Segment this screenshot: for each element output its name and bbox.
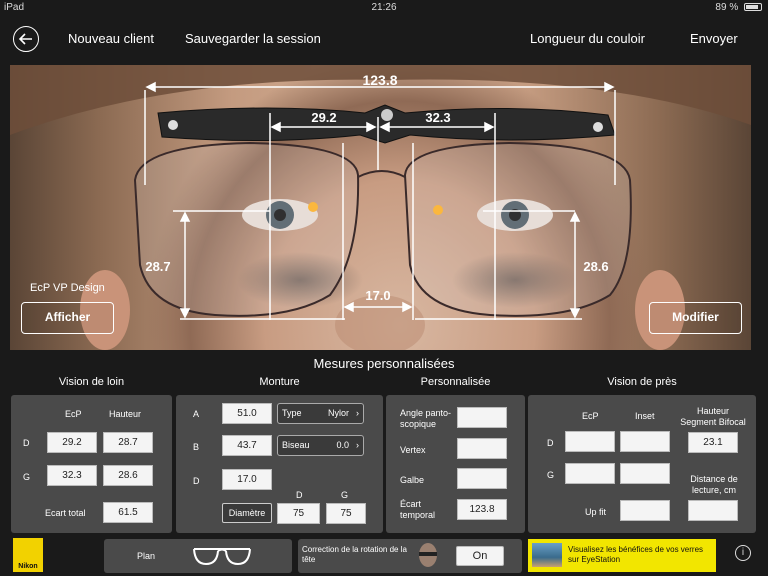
far-g-ecp-field[interactable]: 32.3	[47, 465, 97, 486]
glasses-icon	[193, 548, 251, 566]
bevel-value: 0.0	[336, 440, 349, 450]
clock: 21:26	[371, 2, 397, 13]
pantoscopic-label: Angle panto-scopique	[400, 408, 452, 429]
bevel-selector[interactable]: Biseau 0.0 ›	[277, 435, 364, 456]
near-vision-title: Vision de près	[607, 376, 677, 388]
far-d-ecp-field[interactable]: 29.2	[47, 432, 97, 453]
near-g-ecp-field[interactable]	[565, 463, 615, 484]
eyestation-banner[interactable]: Visualisez les bénéfices de vos verres s…	[528, 539, 716, 572]
modify-button[interactable]: Modifier	[649, 302, 742, 334]
custom-panel: Angle panto-scopique Vertex Galbe Écart …	[386, 395, 525, 533]
face-photo: 123.8 29.2 32.3 28.7 28.6 17.0 EcP VP De…	[10, 65, 751, 350]
bridge-label: 17.0	[365, 288, 390, 303]
frame-d-label: D	[193, 476, 200, 486]
banner-text: Visualisez les bénéfices de vos verres s…	[568, 545, 704, 564]
type-label: Type	[282, 408, 302, 418]
far-vision-title: Vision de loin	[58, 376, 125, 388]
chevron-right-icon: ›	[356, 440, 359, 450]
custom-title: Personnalisée	[420, 376, 491, 388]
vertex-label: Vertex	[400, 445, 426, 455]
near-row-g: G	[547, 470, 555, 480]
far-col-height: Hauteur	[109, 409, 142, 419]
near-col-ecp: EcP	[582, 411, 599, 421]
banner-thumbnail-icon	[532, 543, 562, 567]
vertex-field[interactable]	[457, 438, 507, 459]
near-d-inset-field[interactable]	[620, 431, 670, 452]
measurement-overlay: 123.8 29.2 32.3 28.7 28.6 17.0	[10, 65, 751, 350]
top-navigation: Nouveau client Sauvegarder la session Lo…	[0, 16, 768, 62]
near-d-ecp-field[interactable]	[565, 431, 615, 452]
near-g-inset-field[interactable]	[620, 463, 670, 484]
frame-b-label: B	[193, 442, 200, 452]
frame-a-field[interactable]: 51.0	[222, 403, 272, 424]
near-vision-panel: EcP Inset Hauteur Segment Bifocal D 23.1…	[528, 395, 756, 533]
far-vision-panel: EcP Hauteur D 29.2 28.7 G 32.3 28.6 Ecar…	[11, 395, 172, 533]
arrow-left-icon	[18, 33, 32, 45]
diam-col-d: D	[296, 490, 303, 500]
far-g-height-field[interactable]: 28.6	[103, 465, 153, 486]
frame-b-field[interactable]: 43.7	[222, 435, 272, 456]
frame-d-field[interactable]: 17.0	[222, 469, 272, 490]
battery-indicator: 89 %	[715, 2, 762, 13]
pantoscopic-field[interactable]	[457, 407, 507, 428]
show-button[interactable]: Afficher	[21, 302, 114, 334]
battery-icon	[744, 3, 762, 11]
battery-text: 89 %	[715, 2, 739, 13]
diam-d-field[interactable]: 75	[277, 503, 320, 524]
wrap-field[interactable]	[457, 468, 507, 489]
diam-g-field[interactable]: 75	[326, 503, 366, 524]
up-fit-label: Up fit	[585, 507, 607, 517]
wrap-label: Galbe	[400, 475, 425, 485]
save-session-link[interactable]: Sauvegarder la session	[185, 31, 321, 46]
total-width-label: 123.8	[362, 72, 397, 88]
segment-height-field[interactable]: 23.1	[688, 432, 738, 453]
frame-panel: A 51.0 Type Nylor › B 43.7 Biseau 0.0 › …	[176, 395, 383, 533]
diameter-button[interactable]: Diamètre	[222, 503, 272, 523]
reading-distance-field[interactable]	[688, 500, 738, 521]
far-total-field[interactable]: 61.5	[103, 502, 153, 523]
back-button[interactable]	[13, 26, 39, 52]
up-fit-field[interactable]	[620, 500, 670, 521]
head-rotation-toggle[interactable]: On	[456, 546, 504, 566]
far-d-height-field[interactable]: 28.7	[103, 432, 153, 453]
ecp-design-label: EcP VP Design	[30, 282, 105, 294]
bottom-bar: Nikon Plan Correction de la rotation de …	[0, 536, 768, 576]
info-icon[interactable]: i	[735, 545, 751, 561]
plan-toggle[interactable]: Plan	[104, 539, 292, 573]
plan-label: Plan	[137, 551, 156, 561]
right-height-label: 28.6	[583, 259, 608, 274]
left-half-label: 29.2	[311, 110, 336, 125]
diam-col-g: G	[341, 490, 349, 500]
send-link[interactable]: Envoyer	[690, 31, 738, 46]
temporal-gap-field[interactable]: 123.8	[457, 499, 507, 520]
type-selector[interactable]: Type Nylor ›	[277, 403, 364, 424]
bevel-label: Biseau	[282, 440, 310, 450]
chevron-right-icon: ›	[356, 408, 359, 418]
left-height-label: 28.7	[145, 259, 170, 274]
frame-title: Monture	[259, 376, 300, 388]
type-value: Nylor	[327, 408, 349, 418]
far-total-label: Ecart total	[45, 508, 86, 518]
status-bar: iPad 21:26 89 %	[0, 0, 768, 16]
head-rotation-label: Correction de la rotation de la tête	[302, 545, 407, 564]
corridor-length-link[interactable]: Longueur du couloir	[530, 31, 645, 46]
nikon-logo: Nikon	[13, 538, 43, 572]
new-client-link[interactable]: Nouveau client	[68, 31, 154, 46]
far-col-ecp: EcP	[65, 409, 82, 419]
far-row-g: G	[23, 472, 31, 482]
far-row-d: D	[23, 438, 30, 448]
head-rotation-panel: Correction de la rotation de la tête On	[298, 539, 522, 573]
near-row-d: D	[547, 438, 554, 448]
section-title: Mesures personnalisées	[313, 356, 455, 371]
reading-distance-label: Distance de lecture, cm	[690, 474, 738, 495]
head-icon	[419, 543, 437, 567]
near-col-segment: Hauteur Segment Bifocal	[680, 406, 746, 427]
right-half-label: 32.3	[425, 110, 450, 125]
temporal-gap-label: Écart temporal	[400, 499, 436, 520]
frame-a-label: A	[193, 409, 200, 419]
near-col-inset: Inset	[635, 411, 655, 421]
